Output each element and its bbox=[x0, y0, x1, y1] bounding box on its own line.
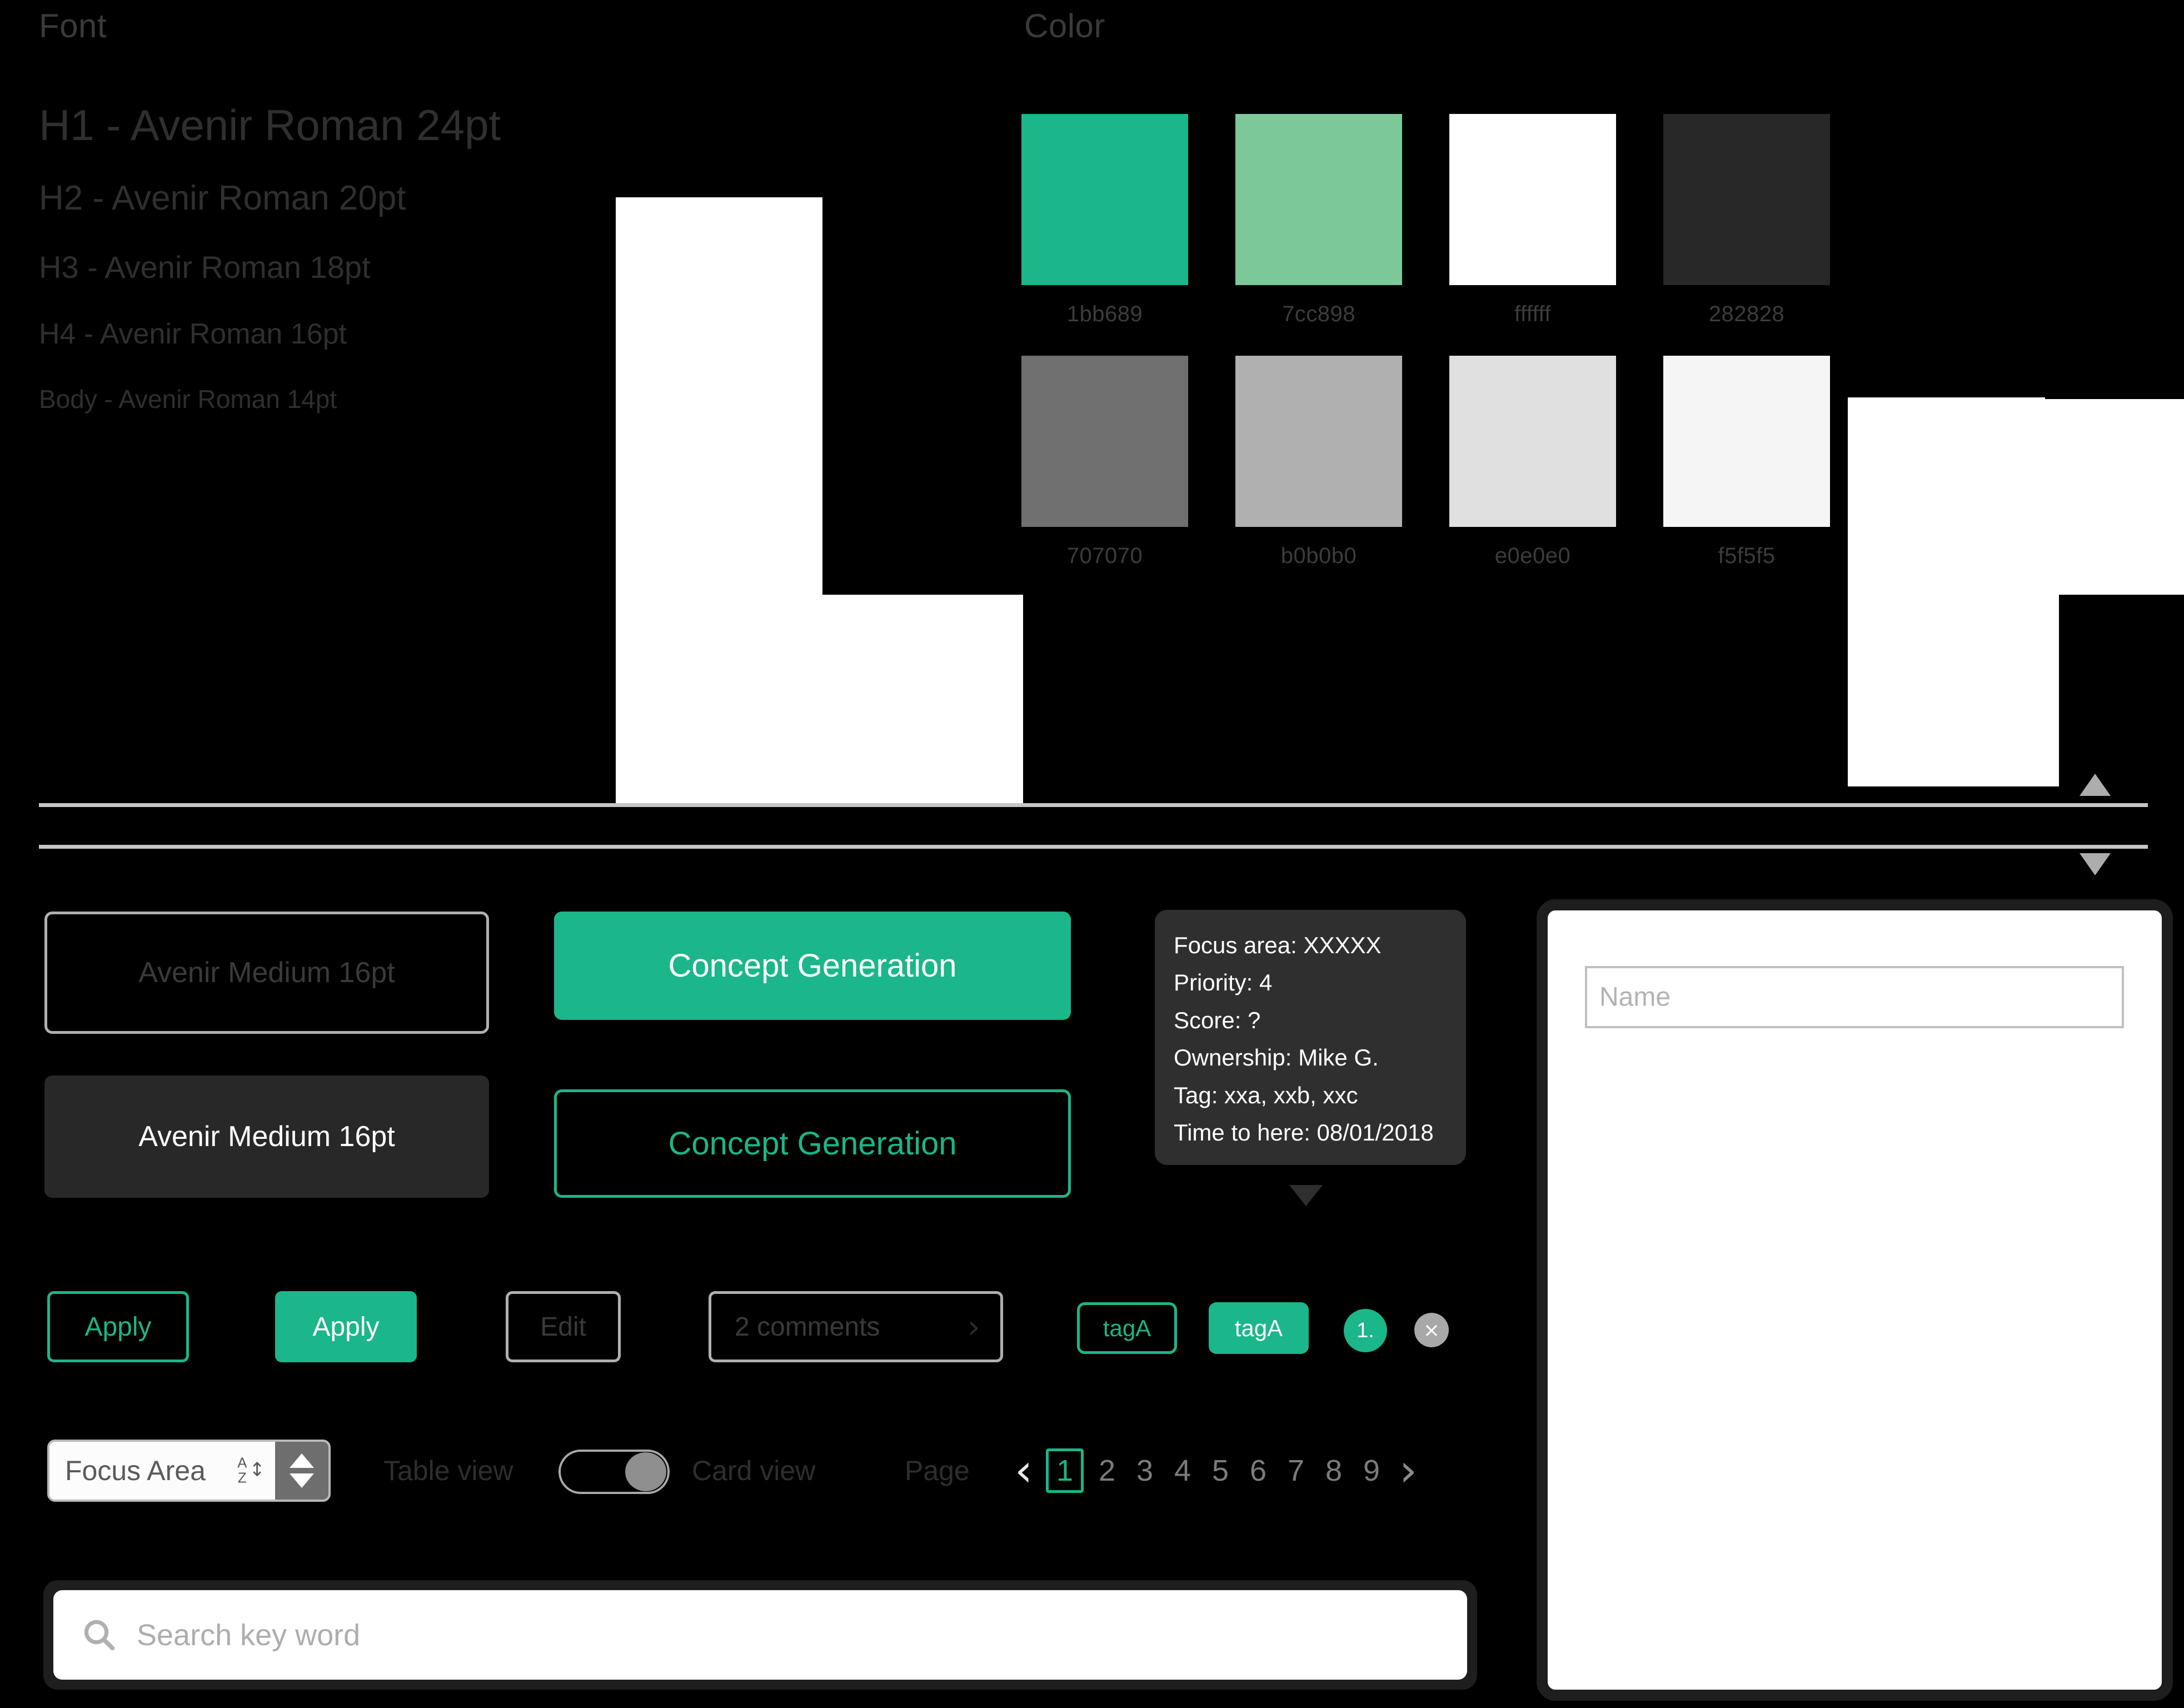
style-guide-canvas: Font Color H1 - Avenir Roman 24pt H2 - A… bbox=[0, 0, 2184, 1708]
tooltip-tag: Tag: xxa, xxb, xxc bbox=[1174, 1082, 1358, 1108]
tooltip-pointer-icon bbox=[1289, 1185, 1323, 1206]
sort-direction-arrow-icon: ↕ bbox=[249, 1459, 266, 1482]
pagination-page-3[interactable]: 3 bbox=[1126, 1450, 1164, 1491]
sort-select-body[interactable]: Focus Area A Z ↕ bbox=[49, 1442, 275, 1500]
color-chip bbox=[1235, 356, 1402, 527]
focus-area-tooltip: Focus area: XXXXX Priority: 4 Score: ? O… bbox=[1155, 910, 1466, 1165]
color-swatch: b0b0b0 bbox=[1235, 356, 1402, 569]
decorative-mask-shape bbox=[2023, 397, 2184, 600]
tooltip-ownership: Ownership: Mike G. bbox=[1174, 1044, 1379, 1071]
comments-button[interactable]: 2 comments › bbox=[709, 1291, 1003, 1362]
search-icon bbox=[84, 1620, 115, 1650]
sort-letter-z: Z bbox=[237, 1470, 247, 1486]
color-swatch: f5f5f5 bbox=[1663, 356, 1830, 569]
color-swatch: e0e0e0 bbox=[1449, 356, 1616, 569]
color-swatch: 707070 bbox=[1021, 356, 1188, 569]
pagination-page-1[interactable]: 1 bbox=[1046, 1448, 1084, 1493]
color-hex-label: e0e0e0 bbox=[1494, 544, 1571, 568]
color-section-title: Color bbox=[1024, 7, 1105, 44]
scroll-down-arrow-icon[interactable] bbox=[2080, 853, 2111, 875]
pagination-page-8[interactable]: 8 bbox=[1315, 1450, 1353, 1491]
tag-outline-chip[interactable]: tagA bbox=[1077, 1302, 1177, 1354]
search-bar[interactable]: Search key word bbox=[43, 1580, 1477, 1690]
color-swatch: 7cc898 bbox=[1235, 114, 1402, 327]
edit-button[interactable]: Edit bbox=[506, 1291, 621, 1362]
font-spec-body: Body - Avenir Roman 14pt bbox=[39, 385, 337, 414]
tooltip-score: Score: ? bbox=[1174, 1007, 1261, 1033]
pagination-page-7[interactable]: 7 bbox=[1277, 1450, 1315, 1491]
stepper-down-arrow-icon[interactable] bbox=[290, 1473, 314, 1488]
color-hex-label: ffffff bbox=[1514, 302, 1552, 326]
tooltip-time-to-here: Time to here: 08/01/2018 bbox=[1174, 1119, 1434, 1146]
comments-button-label: 2 comments bbox=[735, 1312, 880, 1342]
view-mode-toggle[interactable] bbox=[559, 1450, 670, 1494]
font-section-title: Font bbox=[39, 7, 107, 44]
font-spec-h1: H1 - Avenir Roman 24pt bbox=[39, 101, 501, 150]
scroll-up-arrow-icon[interactable] bbox=[2080, 774, 2111, 796]
pagination-label: Page bbox=[905, 1455, 970, 1486]
color-chip bbox=[1235, 114, 1402, 285]
outline-gray-button[interactable]: Avenir Medium 16pt bbox=[44, 912, 489, 1034]
color-swatch: 1bb689 bbox=[1021, 114, 1188, 327]
decorative-mask-shape bbox=[2045, 0, 2184, 399]
decorative-mask-shape bbox=[616, 595, 1023, 806]
pagination-page-4[interactable]: 4 bbox=[1164, 1450, 1201, 1491]
table-view-label: Table view bbox=[383, 1455, 513, 1486]
color-swatch: 282828 bbox=[1663, 114, 1830, 327]
divider-line-bottom bbox=[39, 845, 2148, 849]
color-swatch-grid: 1bb689 7cc898 ffffff 282828 707070 b0b0b… bbox=[1021, 114, 1830, 569]
color-chip bbox=[1663, 356, 1830, 527]
color-chip bbox=[1449, 356, 1616, 527]
pagination-next-icon[interactable]: › bbox=[1390, 1448, 1426, 1493]
decorative-mask-shape bbox=[2059, 595, 2184, 806]
font-spec-h3: H3 - Avenir Roman 18pt bbox=[39, 250, 371, 285]
sort-stepper[interactable] bbox=[275, 1442, 328, 1500]
search-placeholder-text: Search key word bbox=[137, 1618, 361, 1652]
color-hex-label: 282828 bbox=[1708, 302, 1785, 326]
concept-generation-solid-button[interactable]: Concept Generation bbox=[554, 912, 1071, 1020]
divider-line-top bbox=[39, 803, 2148, 807]
color-hex-label: 7cc898 bbox=[1282, 302, 1355, 326]
pagination-page-2[interactable]: 2 bbox=[1088, 1450, 1126, 1491]
search-input[interactable]: Search key word bbox=[53, 1590, 1467, 1680]
apply-solid-button[interactable]: Apply bbox=[275, 1291, 417, 1362]
pagination-page-5[interactable]: 5 bbox=[1201, 1450, 1239, 1491]
order-number-badge[interactable]: 1. bbox=[1344, 1309, 1387, 1352]
apply-outline-button[interactable]: Apply bbox=[47, 1291, 189, 1362]
tooltip-focus-area: Focus area: XXXXX bbox=[1174, 932, 1382, 958]
name-input-placeholder: Name bbox=[1599, 982, 1671, 1012]
color-hex-label: 707070 bbox=[1066, 544, 1143, 568]
pagination-page-6[interactable]: 6 bbox=[1239, 1450, 1277, 1491]
sort-az-icon: A Z ↕ bbox=[237, 1454, 266, 1486]
font-spec-h2: H2 - Avenir Roman 20pt bbox=[39, 179, 406, 217]
color-chip bbox=[1449, 114, 1616, 285]
color-chip bbox=[1021, 356, 1188, 527]
color-hex-label: 1bb689 bbox=[1066, 302, 1143, 326]
solid-dark-button[interactable]: Avenir Medium 16pt bbox=[44, 1075, 489, 1198]
color-swatch: ffffff bbox=[1449, 114, 1616, 327]
card-view-label: Card view bbox=[692, 1455, 816, 1486]
color-hex-label: b0b0b0 bbox=[1280, 544, 1357, 568]
tooltip-priority: Priority: 4 bbox=[1174, 969, 1273, 996]
stepper-up-arrow-icon[interactable] bbox=[290, 1453, 314, 1468]
color-chip bbox=[1663, 114, 1830, 285]
sort-select-value: Focus Area bbox=[65, 1455, 206, 1486]
close-icon[interactable]: × bbox=[1414, 1313, 1449, 1347]
pagination-prev-icon[interactable]: ‹ bbox=[1006, 1448, 1041, 1493]
pagination: ‹ 1 2 3 4 5 6 7 8 9 › bbox=[1006, 1440, 1426, 1502]
top-specimen-panel: Font Color H1 - Avenir Roman 24pt H2 - A… bbox=[0, 0, 2051, 568]
color-chip bbox=[1021, 114, 1188, 285]
sort-select[interactable]: Focus Area A Z ↕ bbox=[47, 1440, 331, 1502]
color-hex-label: f5f5f5 bbox=[1718, 544, 1776, 568]
toggle-knob[interactable] bbox=[625, 1452, 666, 1491]
name-input[interactable]: Name bbox=[1585, 966, 2124, 1028]
concept-generation-outline-button[interactable]: Concept Generation bbox=[554, 1089, 1071, 1198]
sort-letter-a: A bbox=[237, 1454, 247, 1471]
chevron-right-icon: › bbox=[967, 1308, 980, 1346]
pagination-page-9[interactable]: 9 bbox=[1353, 1450, 1390, 1491]
font-specimen-list: H1 - Avenir Roman 24pt H2 - Avenir Roman… bbox=[39, 100, 501, 414]
font-spec-h4: H4 - Avenir Roman 16pt bbox=[39, 318, 347, 350]
tag-solid-chip[interactable]: tagA bbox=[1209, 1302, 1309, 1354]
